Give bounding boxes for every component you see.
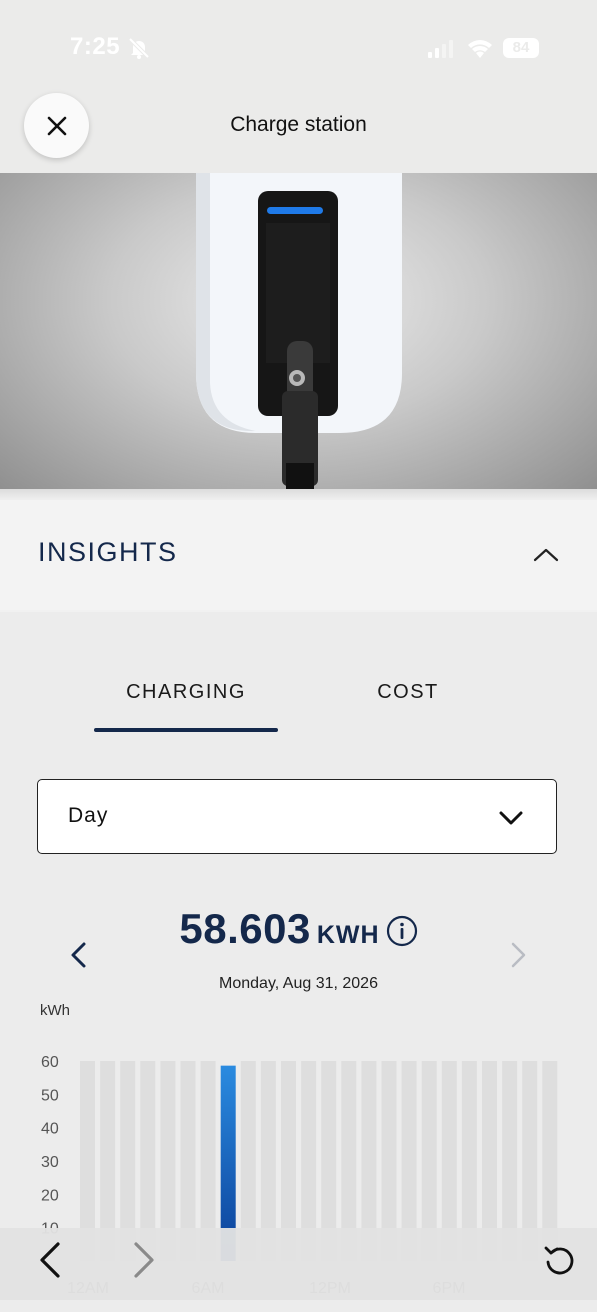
daily-total: 58.603 KWH <box>0 905 597 953</box>
info-icon[interactable] <box>386 915 418 947</box>
total-value: 58.603 <box>179 905 311 952</box>
period-value: Day <box>68 804 109 827</box>
insights-title: INSIGHTS <box>38 537 178 567</box>
battery-indicator: 84 <box>503 38 539 58</box>
y-axis-label: kWh <box>40 1002 70 1019</box>
forward-arrow-icon[interactable] <box>130 1240 158 1280</box>
status-time: 7:25 <box>70 33 121 60</box>
period-dropdown[interactable]: Day <box>37 779 557 854</box>
status-bar: 7:25 84 <box>0 0 597 95</box>
browser-toolbar <box>0 1228 597 1300</box>
chevron-up-icon[interactable] <box>531 544 561 564</box>
tab-cost[interactable]: COST <box>318 681 498 704</box>
bell-off-icon <box>128 37 150 59</box>
reload-icon[interactable] <box>542 1242 578 1278</box>
total-unit: KWH <box>316 921 380 949</box>
y-tick-label: 60 <box>41 1054 59 1071</box>
back-arrow-icon[interactable] <box>36 1240 64 1280</box>
tab-charging[interactable]: CHARGING <box>94 681 278 704</box>
chevron-down-icon <box>499 811 523 825</box>
y-tick-label: 50 <box>41 1087 59 1104</box>
date-label: Monday, Aug 31, 2026 <box>219 975 378 992</box>
page-title: Charge station <box>230 113 367 136</box>
y-tick-label: 20 <box>41 1187 59 1204</box>
charge-station-image <box>0 173 597 491</box>
y-tick-label: 30 <box>41 1154 59 1171</box>
signal-icon <box>428 40 453 58</box>
wifi-icon <box>468 40 492 58</box>
y-tick-label: 40 <box>41 1121 59 1138</box>
tab-indicator <box>94 728 278 732</box>
